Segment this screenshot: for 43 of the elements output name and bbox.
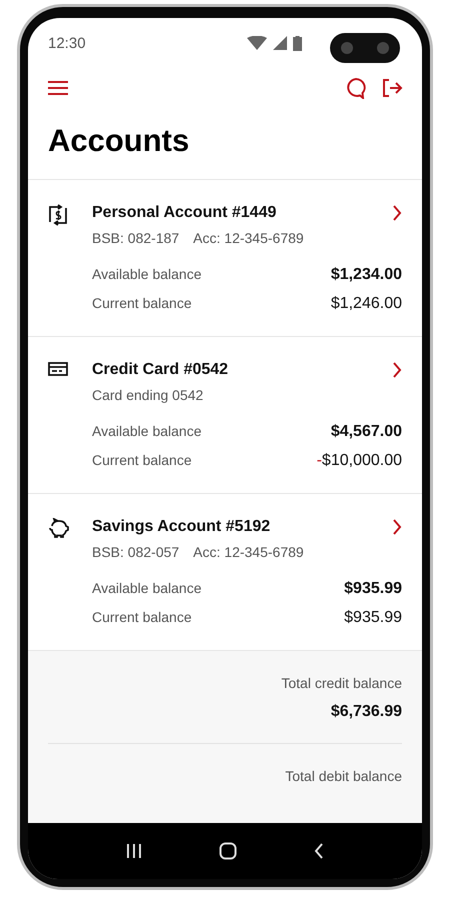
logout-icon[interactable] xyxy=(381,77,403,99)
balance-amount: $1,234.00 xyxy=(330,265,402,285)
recent-apps-icon[interactable] xyxy=(126,843,142,859)
total-label: Total credit balance xyxy=(281,675,402,691)
balance-label: Current balance xyxy=(92,608,192,627)
account-card[interactable]: Personal Account #1449 BSB: 082-187 Acc: 12-345-6789 Available balance $1,234.00 Current balance $1,246.00 xyxy=(28,180,422,337)
balance-label: Available balance xyxy=(92,265,202,284)
chevron-right-icon[interactable] xyxy=(392,205,402,221)
menu-icon[interactable] xyxy=(47,80,69,96)
account-card[interactable]: Credit Card #0542 Card ending 0542 Available balance $4,567.00 Current balance -$10,000.00 xyxy=(28,337,422,494)
balance-amount: $935.99 xyxy=(344,608,402,628)
balance-amount: $1,246.00 xyxy=(330,294,402,314)
balance-label: Current balance xyxy=(92,451,192,470)
back-icon[interactable] xyxy=(314,843,324,859)
account-detail: Card ending 0542 xyxy=(92,387,204,403)
account-name: Savings Account #5192 xyxy=(92,518,270,536)
chevron-right-icon[interactable] xyxy=(392,362,402,378)
total-amount: $6,736.99 xyxy=(330,703,402,721)
signal-icon xyxy=(273,36,287,50)
balance-amount: -$10,000.00 xyxy=(316,451,402,471)
account-name: Personal Account #1449 xyxy=(92,204,276,222)
account-detail: BSB: 082-057 xyxy=(92,544,180,560)
home-icon[interactable] xyxy=(218,842,237,860)
balance-amount: $935.99 xyxy=(344,579,402,599)
account-detail: Acc: 12-345-6789 xyxy=(193,544,304,560)
chat-bubble-icon[interactable] xyxy=(345,77,367,99)
balance-label: Current balance xyxy=(92,294,192,313)
balance-label: Available balance xyxy=(92,579,202,598)
account-detail: BSB: 082-187 xyxy=(92,230,180,246)
balance-label: Available balance xyxy=(92,422,202,441)
money-transfer-icon xyxy=(48,204,68,226)
account-name: Credit Card #0542 xyxy=(92,361,228,379)
account-detail: Acc: 12-345-6789 xyxy=(193,230,304,246)
credit-card-icon xyxy=(48,361,68,377)
piggy-bank-icon xyxy=(48,518,70,538)
chevron-right-icon[interactable] xyxy=(392,519,402,535)
wifi-icon xyxy=(247,36,267,50)
total-label: Total debit balance xyxy=(285,768,402,784)
balance-amount: $4,567.00 xyxy=(330,422,402,442)
battery-icon xyxy=(293,36,302,50)
page-title: Accounts xyxy=(28,108,422,180)
camera-cutout-icon xyxy=(330,33,400,63)
status-time: 12:30 xyxy=(48,34,86,52)
